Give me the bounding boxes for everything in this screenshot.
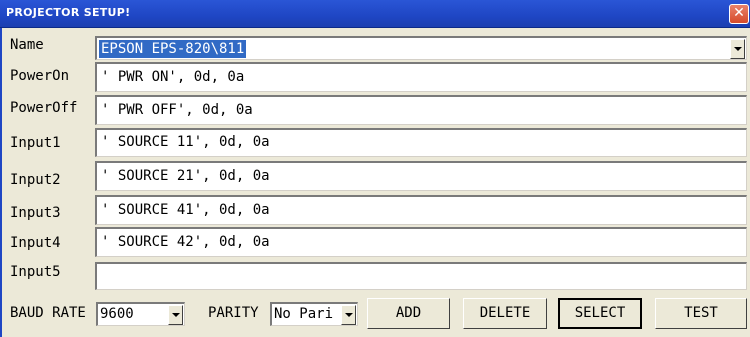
name-label: Name xyxy=(10,37,44,53)
input3-field[interactable]: ' SOURCE 41', 0d, 0a xyxy=(95,195,747,225)
parity-label: PARITY xyxy=(208,305,259,321)
input2-label: Input2 xyxy=(10,172,61,188)
name-selected-value: EPSON EPS-820\811 xyxy=(99,40,247,58)
input4-field[interactable]: ' SOURCE 42', 0d, 0a xyxy=(95,227,747,257)
input2-field[interactable]: ' SOURCE 21', 0d, 0a xyxy=(95,161,747,191)
chevron-down-icon[interactable] xyxy=(341,305,356,325)
parity-value: No Pari xyxy=(274,306,334,322)
delete-button[interactable]: DELETE xyxy=(463,298,547,329)
close-icon: ✕ xyxy=(733,5,745,21)
poweroff-label: PowerOff xyxy=(10,100,78,116)
chevron-down-icon[interactable] xyxy=(168,305,183,325)
input5-field[interactable] xyxy=(95,262,747,290)
baud-rate-select[interactable]: 9600 xyxy=(96,302,185,326)
input5-label: Input5 xyxy=(10,264,61,280)
add-button[interactable]: ADD xyxy=(367,298,450,329)
baud-rate-value: 9600 xyxy=(100,306,134,322)
title-bar: PROJECTOR SETUP! ✕ xyxy=(0,0,750,28)
input3-label: Input3 xyxy=(10,205,61,221)
close-button[interactable]: ✕ xyxy=(729,4,749,24)
poweron-label: PowerOn xyxy=(10,68,70,84)
input4-label: Input4 xyxy=(10,235,61,251)
test-button[interactable]: TEST xyxy=(655,298,747,329)
poweroff-field[interactable]: ' PWR OFF', 0d, 0a xyxy=(95,95,747,125)
name-dropdown[interactable]: EPSON EPS-820\811 xyxy=(95,36,747,60)
chevron-down-icon[interactable] xyxy=(730,39,745,59)
input1-label: Input1 xyxy=(10,135,61,151)
window-title: PROJECTOR SETUP! xyxy=(6,6,131,19)
input1-field[interactable]: ' SOURCE 11', 0d, 0a xyxy=(95,128,747,157)
baud-rate-label: BAUD RATE xyxy=(10,305,86,321)
select-button[interactable]: SELECT xyxy=(558,298,642,329)
poweron-field[interactable]: ' PWR ON', 0d, 0a xyxy=(95,62,747,92)
parity-select[interactable]: No Pari xyxy=(270,302,358,326)
